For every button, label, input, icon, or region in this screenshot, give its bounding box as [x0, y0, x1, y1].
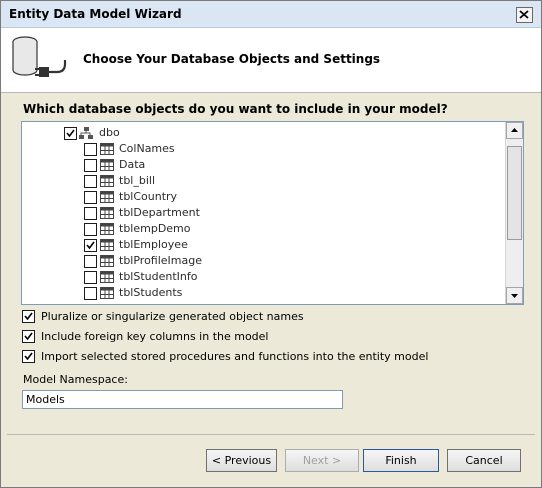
table-label: tbl_bill	[119, 174, 156, 187]
table-checkbox[interactable]	[84, 271, 97, 284]
table-checkbox[interactable]	[84, 159, 97, 172]
wizard-window: Entity Data Model Wizard Choose Your Dat…	[0, 0, 542, 488]
table-checkbox[interactable]	[84, 255, 97, 268]
table-icon	[100, 287, 114, 302]
footer-divider	[7, 434, 535, 435]
table-label: tblempDemo	[119, 222, 191, 235]
table-row[interactable]: Data	[84, 157, 284, 173]
table-label: tblProfileImage	[119, 254, 203, 267]
window-title: Entity Data Model Wizard	[9, 7, 182, 21]
checkmark-icon	[24, 312, 33, 321]
wizard-header: Choose Your Database Objects and Setting…	[1, 28, 541, 93]
table-icon	[100, 223, 114, 238]
table-icon	[100, 255, 114, 270]
page-title: Choose Your Database Objects and Setting…	[83, 52, 381, 66]
objects-question: Which database objects do you want to in…	[23, 102, 448, 116]
table-label: ColNames	[119, 142, 175, 155]
dbo-checkbox[interactable]	[64, 127, 77, 140]
table-checkbox[interactable]	[84, 191, 97, 204]
checkmark-icon	[24, 352, 33, 361]
table-row[interactable]: tbl_bill	[84, 173, 284, 189]
table-checkbox[interactable]	[84, 207, 97, 220]
next-button[interactable]: Next >	[285, 449, 359, 472]
option-label: Pluralize or singularize generated objec…	[41, 310, 304, 323]
cancel-button[interactable]: Cancel	[447, 449, 521, 472]
table-checkbox[interactable]	[84, 287, 97, 300]
table-row[interactable]: ColNames	[84, 141, 284, 157]
table-row[interactable]: tblStudentInfo	[84, 269, 284, 285]
table-checkbox[interactable]	[84, 239, 97, 252]
table-icon	[100, 207, 114, 222]
option-checkbox[interactable]	[22, 310, 35, 323]
option-row[interactable]: Include foreign key columns in the model	[22, 330, 442, 344]
checkmark-icon	[86, 241, 95, 250]
tree-node-dbo[interactable]: dbo	[64, 125, 184, 141]
table-row[interactable]: tblProfileImage	[84, 253, 284, 269]
title-bar: Entity Data Model Wizard	[1, 1, 541, 28]
finish-button[interactable]: Finish	[363, 449, 439, 472]
scroll-thumb[interactable]	[507, 146, 522, 240]
table-label: Data	[119, 158, 146, 171]
namespace-label: Model Namespace:	[23, 373, 128, 386]
table-icon	[100, 239, 114, 254]
table-checkbox[interactable]	[84, 223, 97, 236]
previous-button[interactable]: < Previous	[206, 449, 277, 472]
checkmark-icon	[24, 332, 33, 341]
arrow-up-icon	[511, 128, 518, 132]
table-icon	[100, 143, 114, 158]
table-row[interactable]: tblEmployee	[84, 237, 284, 253]
database-connection-icon	[12, 36, 67, 77]
table-label: tblCountry	[119, 190, 178, 203]
table-icon	[100, 191, 114, 206]
close-button[interactable]	[516, 7, 533, 23]
option-row[interactable]: Import selected stored procedures and fu…	[22, 350, 442, 364]
table-checkbox[interactable]	[84, 175, 97, 188]
schema-icon	[79, 127, 93, 139]
dbo-label: dbo	[99, 126, 120, 139]
table-label: tblDepartment	[119, 206, 200, 219]
database-objects-tree[interactable]: dbo ColNames Data tbl_bill tblCountry tblDep…	[21, 121, 524, 305]
table-label: tblEmployee	[119, 238, 188, 251]
option-label: Import selected stored procedures and fu…	[41, 350, 429, 363]
option-checkbox[interactable]	[22, 330, 35, 343]
tree-scrollbar[interactable]	[505, 122, 523, 304]
table-checkbox[interactable]	[84, 143, 97, 156]
table-row[interactable]: tblCountry	[84, 189, 284, 205]
table-icon	[100, 159, 114, 174]
arrow-down-icon	[511, 294, 518, 298]
table-icon	[100, 271, 114, 286]
scroll-up-button[interactable]	[506, 122, 523, 139]
option-row[interactable]: Pluralize or singularize generated objec…	[22, 310, 442, 324]
option-checkbox[interactable]	[22, 350, 35, 363]
checkmark-icon	[66, 129, 75, 138]
table-label: tblStudentInfo	[119, 270, 198, 283]
scroll-down-button[interactable]	[506, 287, 523, 304]
namespace-input[interactable]	[22, 390, 343, 409]
table-icon	[100, 175, 114, 190]
table-label: tblStudents	[119, 286, 183, 299]
table-row[interactable]: tblStudents	[84, 285, 284, 301]
close-icon	[519, 10, 529, 19]
table-row[interactable]: tblDepartment	[84, 205, 284, 221]
table-row[interactable]: tblempDemo	[84, 221, 284, 237]
option-label: Include foreign key columns in the model	[41, 330, 269, 343]
